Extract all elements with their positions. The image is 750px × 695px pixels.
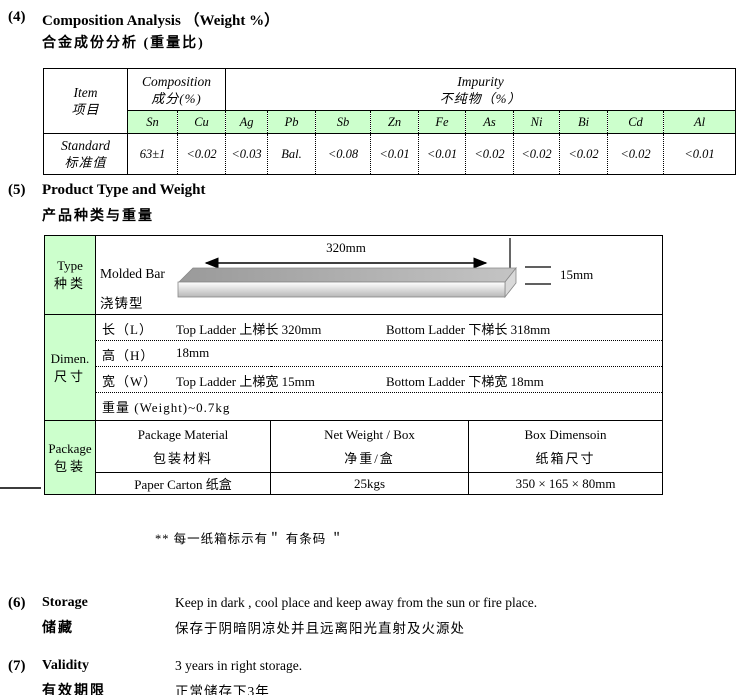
print-artifact-line [0,487,41,489]
section-4-number: (4) [8,9,26,26]
net-weight-zh: 净重/盒 [271,447,468,471]
package-material-en: Package Material [96,423,270,447]
dim-label: 高（H） [102,345,154,364]
dim-label: 重量 (Weight)~0.7kg [102,397,230,416]
dim-value-top: Top Ladder 上梯长 320mm [176,319,321,338]
type-label-en: Type [45,257,95,275]
standard-value: <0.02 [608,134,664,175]
dimen-label-zh: 尺寸 [45,368,95,386]
element-header: Ni [514,111,560,134]
spec-sheet-page: (4) Composition Analysis （Weight %） 合金成份… [0,0,750,695]
dimen-label-en: Dimen. [45,350,95,368]
impurity-label-zh: 不纯物（%） [226,90,735,107]
net-weight-en: Net Weight / Box [271,423,468,447]
standard-value: <0.01 [664,134,736,175]
dim-value-top: 18mm [176,345,209,361]
element-header: Sn [128,111,178,134]
section-5-subtitle: 产品种类与重量 [42,205,154,225]
storage-label-zh: 储藏 [42,617,74,637]
dimension-row-height: 高（H） 18mm [96,341,663,367]
molded-bar-label-en: Molded Bar [100,266,165,282]
standard-value: Bal. [268,134,316,175]
composition-label-zh: 成分(%) [128,90,225,107]
package-material-zh: 包装材料 [96,447,270,471]
element-header: Cu [178,111,226,134]
section-5-title: Product Type and Weight [42,182,206,199]
standard-value: <0.01 [419,134,466,175]
box-dimension-zh: 纸箱尺寸 [469,447,662,471]
box-dimension-en: Box Dimensoin [469,423,662,447]
dim-label: 长（L） [102,319,153,338]
composition-table: Item 项目 Composition 成分(%) Impurity 不纯物（%… [43,68,736,175]
storage-text-en: Keep in dark , cool place and keep away … [175,595,537,611]
bar-length-label: 320mm [286,240,406,256]
dim-label: 宽（W） [102,371,157,390]
item-header-cell: Item 项目 [44,69,128,134]
standard-value: <0.02 [560,134,608,175]
validity-label-zh: 有效期限 [42,680,106,695]
element-header: Pb [268,111,316,134]
dim-value-bottom: Bottom Ladder 下梯宽 18mm [386,371,544,390]
element-header: Ag [226,111,268,134]
element-header: Cd [608,111,664,134]
type-content-cell: Molded Bar 浇铸型 [96,236,663,315]
storage-text-zh: 保存于阴暗阴凉处并且远离阳光直射及火源处 [175,617,465,637]
section-7-number: (7) [8,658,26,675]
package-label-en: Package [45,440,95,458]
net-weight-header: Net Weight / Box 净重/盒 [271,421,469,473]
standard-value: <0.08 [316,134,371,175]
dimension-row-width: 宽（W） Top Ladder 上梯宽 15mm Bottom Ladder 下… [96,367,663,393]
carton-barcode-note: ** 每一纸箱标示有＂ 有条码 ＂ [155,528,344,547]
impurity-label-en: Impurity [226,73,735,90]
element-header: Bi [560,111,608,134]
element-header: Al [664,111,736,134]
composition-header-cell: Composition 成分(%) [128,69,226,111]
section-5-number: (5) [8,182,26,199]
section-4-title: Composition Analysis （Weight %） [42,9,279,30]
element-header: Sb [316,111,371,134]
element-header: Zn [371,111,419,134]
standard-value: 63±1 [128,134,178,175]
type-label-zh: 种类 [45,275,95,293]
section-4-subtitle: 合金成份分析 (重量比) [42,32,205,52]
validity-text-zh: 正常储存下3年 [175,680,270,695]
section-6-number: (6) [8,595,26,612]
element-header: As [466,111,514,134]
standard-value: <0.02 [514,134,560,175]
dimension-row-header: Dimen. 尺寸 [45,315,96,421]
storage-label-en: Storage [42,595,88,611]
box-dimension-header: Box Dimensoin 纸箱尺寸 [469,421,663,473]
dimension-row-weight: 重量 (Weight)~0.7kg [96,393,663,421]
bar-thickness-label: 15mm [560,267,593,283]
item-label-en: Item [44,84,127,101]
box-dimension-value: 350 × 165 × 80mm [469,473,663,495]
dim-value-bottom: Bottom Ladder 下梯长 318mm [386,319,550,338]
validity-label-en: Validity [42,658,89,674]
package-row-header: Package 包装 [45,421,96,495]
standard-value: <0.01 [371,134,419,175]
net-weight-value: 25kgs [271,473,469,495]
standard-value: <0.02 [466,134,514,175]
standard-value: <0.02 [178,134,226,175]
molded-bar-label-zh: 浇铸型 [100,292,144,312]
impurity-header-cell: Impurity 不纯物（%） [226,69,736,111]
standard-label-zh: 标准值 [44,154,127,171]
standard-row-header: Standard 标准值 [44,134,128,175]
element-header: Fe [419,111,466,134]
dim-value-top: Top Ladder 上梯宽 15mm [176,371,315,390]
package-label-zh: 包装 [45,458,95,476]
item-label-zh: 项目 [44,101,127,118]
type-row-header: Type 种类 [45,236,96,315]
package-material-value: Paper Carton 纸盒 [96,473,271,495]
dimension-row-length: 长（L） Top Ladder 上梯长 320mm Bottom Ladder … [96,315,663,341]
validity-text-en: 3 years in right storage. [175,658,302,674]
product-table: Type 种类 Molded Bar 浇铸型 [44,235,663,495]
standard-value: <0.03 [226,134,268,175]
package-material-header: Package Material 包装材料 [96,421,271,473]
standard-label-en: Standard [44,137,127,154]
composition-label-en: Composition [128,73,225,90]
